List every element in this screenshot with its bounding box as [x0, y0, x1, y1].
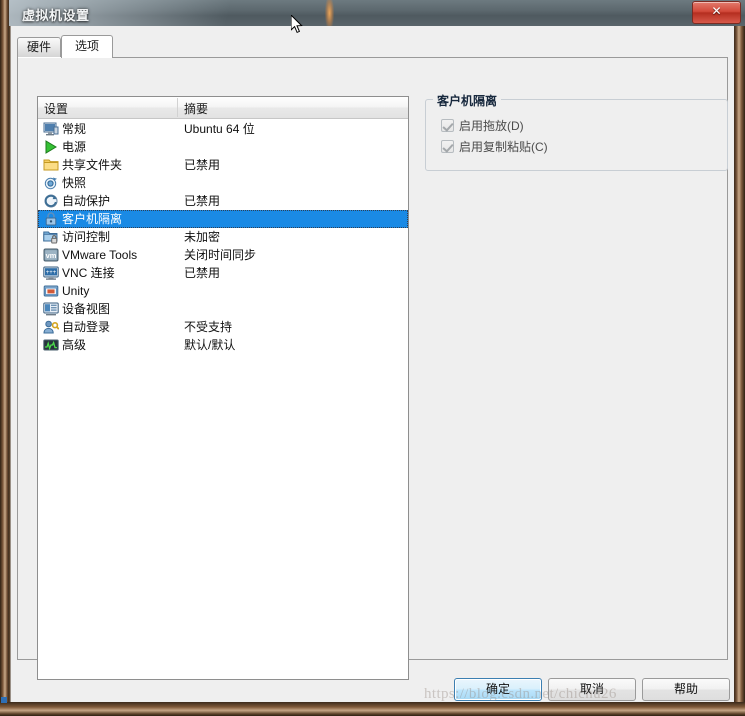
mouse-cursor-icon	[291, 15, 303, 34]
settings-list-item-summary: 默认/默认	[184, 338, 236, 352]
close-button[interactable]: ✕	[692, 1, 741, 24]
play-icon	[43, 139, 59, 155]
titlebar-glow-artifact	[325, 0, 334, 26]
vnc-monitor-icon: +++	[43, 265, 59, 281]
help-button[interactable]: 帮助	[642, 678, 730, 701]
settings-list[interactable]: 设置 摘要 常规 Ubuntu 64 位电源 共享文件夹 已禁用 快照 自动保护 已禁用 客户…	[37, 96, 409, 680]
settings-list-item-summary: 未加密	[184, 230, 221, 244]
close-icon: ✕	[711, 4, 722, 18]
settings-list-item-5[interactable]: 自动保护 已禁用	[38, 192, 408, 210]
help-button-label: 帮助	[673, 682, 698, 696]
settings-list-item-summary: 已禁用	[184, 266, 221, 280]
auto-login-icon	[43, 319, 60, 335]
guest-isolation-groupbox	[425, 99, 728, 171]
lock-icon	[43, 211, 59, 227]
settings-list-item-label: 自动保护	[62, 194, 111, 208]
folder-lock-icon	[43, 229, 59, 245]
settings-list-item-summary: 不受支持	[184, 320, 233, 334]
vm-tools-icon: vm	[43, 247, 59, 263]
vm-settings-window: 虚拟机设置 ✕ 硬件 选项 设置 摘要 常规 Ubuntu 64 位电源共享文件夹…	[0, 0, 745, 716]
camera-icon	[43, 175, 59, 191]
svg-text:+++: +++	[46, 270, 57, 276]
enable-copy-paste-checkbox[interactable]	[441, 140, 454, 153]
monitor-icon	[43, 121, 59, 137]
tab-hardware-label: 硬件	[26, 40, 51, 54]
tab-options[interactable]: 选项	[61, 35, 113, 58]
dialog-body: 硬件 选项 设置 摘要 常规 Ubuntu 64 位电源 共享文件夹 已禁用 快照 自动保…	[11, 26, 734, 692]
settings-list-item-label: 访问控制	[62, 230, 111, 244]
window-right-border	[734, 0, 745, 716]
cancel-button[interactable]: 取消	[548, 678, 636, 701]
settings-list-item-6[interactable]: 客户机隔离	[38, 210, 408, 228]
settings-list-item-label: 常规	[62, 122, 87, 136]
tab-hardware[interactable]: 硬件	[17, 37, 61, 57]
column-header-summary[interactable]: 摘要	[184, 100, 208, 117]
cancel-button-label: 取消	[579, 682, 604, 696]
settings-list-item-7[interactable]: 访问控制 未加密	[38, 228, 408, 246]
settings-list-item-label: 设备视图	[62, 302, 111, 316]
enable-copy-paste-checkbox-row[interactable]: 启用复制粘贴(C)	[441, 139, 548, 155]
settings-list-item-12[interactable]: 自动登录 不受支持	[38, 318, 408, 336]
settings-list-item-8[interactable]: vm VMware Tools 关闭时间同步	[38, 246, 408, 264]
settings-list-item-13[interactable]: 高级 默认/默认	[38, 336, 408, 354]
settings-list-item-2[interactable]: 电源	[38, 138, 408, 156]
settings-list-item-summary: 已禁用	[184, 194, 221, 208]
settings-list-item-label: 客户机隔离	[62, 212, 123, 226]
ok-button[interactable]: 确定	[454, 678, 542, 701]
settings-list-item-label: 高级	[62, 338, 87, 352]
enable-drag-drop-checkbox[interactable]	[441, 119, 454, 132]
tab-options-label: 选项	[74, 39, 99, 53]
settings-list-item-9[interactable]: +++ VNC 连接 已禁用	[38, 264, 408, 282]
guest-isolation-legend: 客户机隔离	[433, 92, 502, 109]
settings-list-item-10[interactable]: Unity	[38, 282, 408, 300]
settings-list-rows: 常规 Ubuntu 64 位电源 共享文件夹 已禁用 快照 自动保护 已禁用 客户机隔离 访问控…	[38, 119, 408, 354]
device-view-icon	[43, 301, 59, 317]
settings-list-item-1[interactable]: 常规 Ubuntu 64 位	[38, 120, 408, 138]
settings-list-item-3[interactable]: 共享文件夹 已禁用	[38, 156, 408, 174]
advanced-icon	[43, 337, 59, 353]
enable-drag-drop-label: 启用拖放(D)	[459, 119, 524, 133]
window-left-border	[0, 0, 9, 716]
settings-list-item-label: 快照	[62, 176, 87, 190]
window-bottom-border	[0, 702, 745, 716]
corner-marker	[1, 697, 7, 703]
settings-list-item-label: 电源	[62, 140, 87, 154]
tab-panel-top-rule	[17, 57, 728, 58]
enable-drag-drop-checkbox-row[interactable]: 启用拖放(D)	[441, 118, 524, 134]
refresh-clock-icon	[43, 193, 59, 209]
settings-list-item-label: VNC 连接	[62, 266, 115, 280]
settings-list-item-4[interactable]: 快照	[38, 174, 408, 192]
unity-window-icon	[43, 283, 59, 299]
title-bar[interactable]: 虚拟机设置 ✕	[9, 0, 745, 26]
settings-list-item-label: Unity	[62, 284, 90, 298]
enable-copy-paste-label: 启用复制粘贴(C)	[459, 140, 548, 154]
settings-list-item-label: 共享文件夹	[62, 158, 123, 172]
settings-list-item-label: 自动登录	[62, 320, 111, 334]
folder-icon	[43, 157, 59, 173]
settings-list-item-label: VMware Tools	[62, 248, 138, 262]
settings-list-item-summary: 已禁用	[184, 158, 221, 172]
tab-strip: 硬件 选项	[17, 35, 728, 58]
settings-list-item-11[interactable]: 设备视图	[38, 300, 408, 318]
ok-button-label: 确定	[485, 682, 510, 696]
settings-list-item-summary: 关闭时间同步	[184, 248, 257, 262]
window-title: 虚拟机设置	[22, 8, 90, 23]
column-divider	[177, 98, 178, 117]
column-header-setting[interactable]: 设置	[44, 100, 68, 117]
list-header: 设置 摘要	[38, 97, 408, 119]
svg-text:vm: vm	[46, 251, 57, 260]
settings-list-item-summary: Ubuntu 64 位	[184, 122, 255, 136]
